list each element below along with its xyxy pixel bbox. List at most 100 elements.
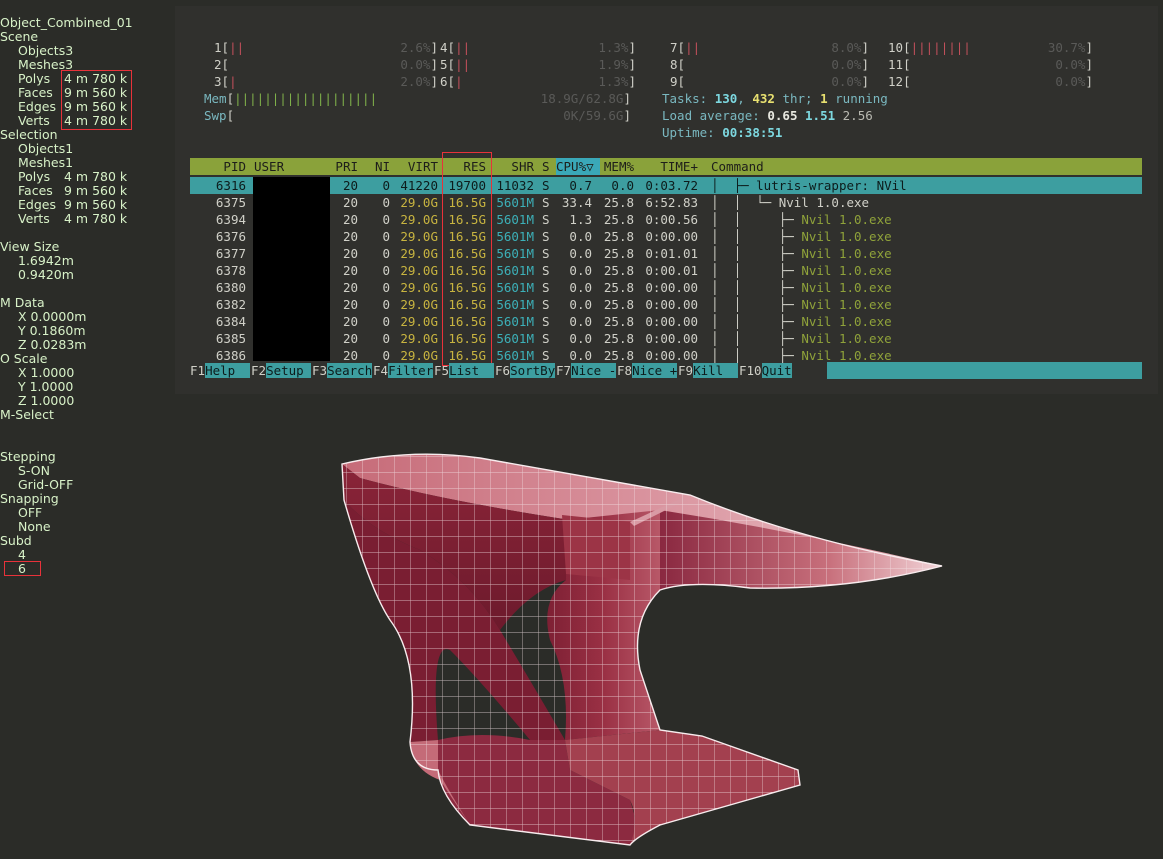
process-s: S [542,195,550,210]
user-column-redaction [253,177,330,361]
col-shr[interactable]: SHR [490,158,534,175]
stepping-b: Grid-OFF [18,477,74,492]
process-command: │ │ └─ Nvil 1.0.exe [711,195,870,210]
process-command: │ │ ├─ Nvil 1.0.exe [711,212,892,227]
fkey-f2[interactable]: F2Setup [251,362,312,379]
process-virt: 29.0G [400,263,438,278]
process-shr: 5601M [496,195,534,210]
process-row[interactable]: 6385 20 0 29.0G 16.5G 5601M S 0.0 25.8 0:00.00 │ │… [190,330,1142,347]
cpu-meter-7: 7[|| [670,40,701,55]
htop-terminal[interactable]: 1[|| 2.6%] 2[0.0%] 3[| 2.0%] 4[|| 1.3%] 5[|| 1.9… [175,6,1158,394]
process-virt: 29.0G [400,314,438,329]
process-row[interactable]: 6376 20 0 29.0G 16.5G 5601M S 0.0 25.8 0:00.00 │ │… [190,228,1142,245]
fkey-f10[interactable]: F10Quit [739,362,792,379]
cpu-percent-1: 2.6%] [400,40,438,55]
process-pid: 6380 [215,280,246,295]
o-scale-x: X 1.0000 [18,365,75,380]
fkey-f7[interactable]: F7Nice - [556,362,617,379]
cpu-percent-8: 0.0%] [831,57,869,72]
snapping-a: OFF [18,505,43,520]
process-table-header[interactable]: PID USER PRI NI VIRT RES SHR S CPU%▽ MEM… [190,158,1142,175]
process-row[interactable]: 6316 20 0 41220 19700 11032 S 0.7 0.0 0:03.72 │ ├─… [190,177,1142,194]
col-ni[interactable]: NI [366,158,390,175]
col-command[interactable]: Command [711,158,791,175]
col-time[interactable]: TIME+ [642,158,698,175]
col-res[interactable]: RES [442,158,486,175]
process-row[interactable]: 6375 20 0 29.0G 16.5G 5601M S 33.4 25.8 6:52.83 │ … [190,194,1142,211]
process-cpu: 1.3 [569,212,592,227]
process-row[interactable]: 6394 20 0 29.0G 16.5G 5601M S 1.3 25.8 0:00.56 │ │… [190,211,1142,228]
col-pid[interactable]: PID [190,158,246,175]
scene-edges: Edges 9 m 560 k [18,99,128,114]
cpu-percent-6: 1.3%] [598,74,636,89]
process-time: 0:00.00 [645,331,698,346]
function-key-bar[interactable]: F1Help F2Setup F3Search F4Filter F5List F6… [190,362,1142,379]
process-pid: 6375 [215,195,246,210]
fkey-f6[interactable]: F6SortBy [495,362,556,379]
process-shr: 11032 [496,178,534,193]
process-row[interactable]: 6384 20 0 29.0G 16.5G 5601M S 0.0 25.8 0:00.00 │ │… [190,313,1142,330]
process-row[interactable]: 6382 20 0 29.0G 16.5G 5601M S 0.0 25.8 0:00.00 │ │… [190,296,1142,313]
cpu-percent-12: 0.0%] [1055,74,1093,89]
col-user[interactable]: USER [254,158,314,175]
selection-verts: Verts 4 m 780 k [18,211,128,226]
anvil-mesh-render[interactable] [330,440,970,855]
process-pri: 20 [342,331,358,346]
process-time: 0:00.00 [645,297,698,312]
process-shr: 5601M [496,246,534,261]
selection-objects: Objects1 [18,141,74,156]
viewport-stats-overlay: Object_Combined_01 Scene Objects3 Meshes… [0,16,175,576]
cpu-percent-7: 8.0%] [831,40,869,55]
process-pid: 6378 [215,263,246,278]
fkey-f5[interactable]: F5List [434,362,495,379]
process-pri: 20 [342,229,358,244]
view-size-b: 0.9420m [18,267,74,282]
fkey-f8[interactable]: F8Nice + [617,362,678,379]
process-virt: 29.0G [400,195,438,210]
process-shr: 5601M [496,212,534,227]
selection-label: Selection [0,127,58,142]
process-pri: 20 [342,178,358,193]
col-pri[interactable]: PRI [330,158,358,175]
process-ni: 0 [382,246,390,261]
process-virt: 29.0G [400,297,438,312]
process-mem: 25.8 [603,280,634,295]
process-pri: 20 [342,280,358,295]
3d-viewport[interactable] [330,440,970,855]
process-res: 16.5G [448,280,486,295]
cpu-meter-11: 11[ [888,57,911,72]
col-state[interactable]: S [542,158,552,175]
subd-a: 4 [18,547,26,562]
process-row[interactable]: 6378 20 0 29.0G 16.5G 5601M S 0.0 25.8 0:00.01 │ │… [190,262,1142,279]
process-pri: 20 [342,263,358,278]
process-row[interactable]: 6380 20 0 29.0G 16.5G 5601M S 0.0 25.8 0:00.00 │ │… [190,279,1142,296]
process-cpu: 0.0 [569,314,592,329]
process-pid: 6384 [215,314,246,329]
col-virt[interactable]: VIRT [394,158,438,175]
cpu-meter-5: 5[|| [440,57,471,72]
process-res: 16.5G [448,297,486,312]
col-cpu[interactable]: CPU%▽ [556,158,600,175]
process-ni: 0 [382,212,390,227]
process-pid: 6377 [215,246,246,261]
fkey-f3[interactable]: F3Search [312,362,373,379]
process-command: │ │ ├─ Nvil 1.0.exe [711,331,892,346]
process-mem: 25.8 [603,195,634,210]
process-s: S [542,178,550,193]
process-cpu: 0.0 [569,246,592,261]
fkey-f4[interactable]: F4Filter [373,362,434,379]
scene-label: Scene [0,29,39,44]
selection-edges: Edges 9 m 560 k [18,197,128,212]
fkey-f9[interactable]: F9Kill [678,362,739,379]
cpu-meter-2: 2[ [214,57,230,72]
fkey-f1[interactable]: F1Help [190,362,251,379]
process-pid: 6394 [215,212,246,227]
mem-meter: Mem[||||||||||||||||||| [204,91,378,106]
process-cpu: 0.0 [569,229,592,244]
cpu-percent-4: 1.3%] [598,40,636,55]
col-mem[interactable]: MEM% [600,158,634,175]
process-row[interactable]: 6377 20 0 29.0G 16.5G 5601M S 0.0 25.8 0:01.01 │ │… [190,245,1142,262]
process-command: │ │ ├─ Nvil 1.0.exe [711,280,892,295]
process-shr: 5601M [496,263,534,278]
process-s: S [542,297,550,312]
